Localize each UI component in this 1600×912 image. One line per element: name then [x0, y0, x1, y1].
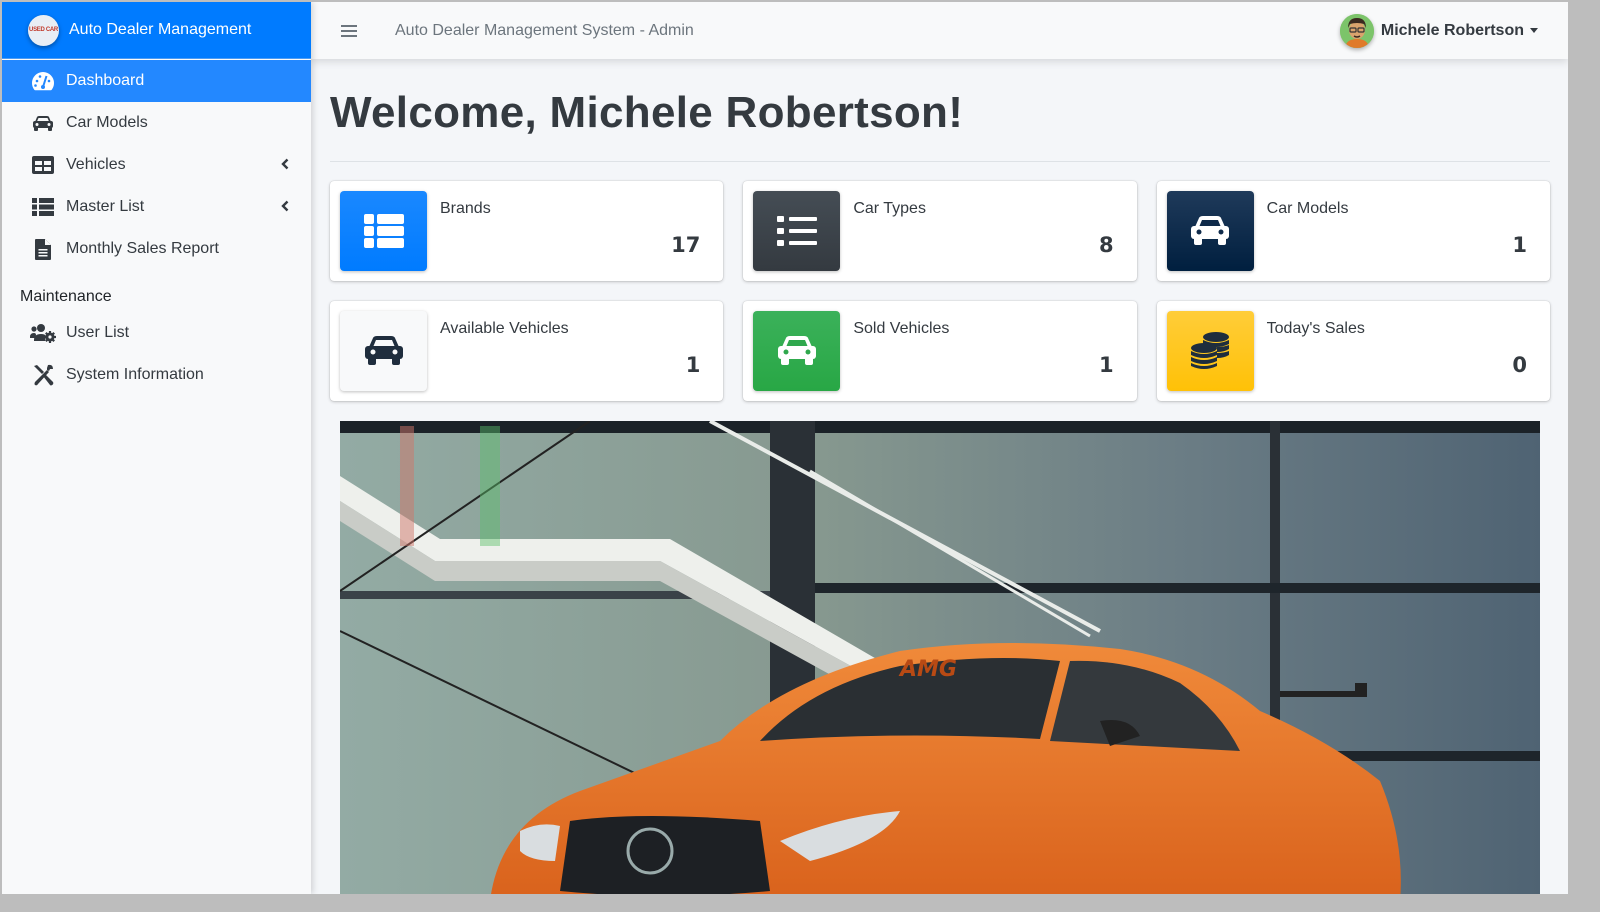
sidebar: USED CAR Auto Dealer Management Dashboar… [2, 2, 311, 894]
users-cog-icon [30, 322, 56, 344]
banner-image: AMG [340, 421, 1540, 894]
page-title: Welcome, Michele Robertson! [330, 88, 964, 137]
info-box-icon [1166, 311, 1254, 391]
th-list-icon [30, 196, 56, 218]
navbar-title[interactable]: Auto Dealer Management System - Admin [395, 22, 694, 40]
info-box-available-vehicles[interactable]: Available Vehicles 1 [330, 301, 724, 401]
car-icon [777, 336, 816, 365]
info-box-value: 1 [1512, 233, 1527, 257]
sidebar-item-label: Dashboard [66, 72, 145, 89]
sidebar-item-label: Vehicles [66, 156, 126, 173]
user-name: Michele Robertson [1380, 21, 1524, 39]
car-icon [30, 112, 56, 134]
info-box-value: 1 [1099, 353, 1114, 377]
info-box-car-models[interactable]: Car Models 1 [1156, 181, 1550, 281]
sidebar-item-vehicles[interactable]: Vehicles [2, 144, 311, 186]
divider [330, 161, 1550, 162]
sidebar-item-label: Monthly Sales Report [66, 240, 219, 257]
coins-icon [1191, 332, 1230, 369]
svg-text:AMG: AMG [898, 657, 957, 682]
table-icon [30, 154, 56, 176]
tools-icon [30, 364, 56, 386]
info-box-label: Available Vehicles [440, 320, 569, 337]
info-box-label: Brands [440, 200, 491, 217]
avatar [1339, 13, 1374, 48]
info-box-car-types[interactable]: Car Types 8 [743, 181, 1137, 281]
info-box-brands[interactable]: Brands 17 [330, 181, 724, 281]
info-box-value: 8 [1099, 233, 1114, 257]
top-navbar: Auto Dealer Management System - Admin Mi… [311, 2, 1568, 59]
sidebar-item-master-list[interactable]: Master List [2, 186, 311, 228]
sidebar-item-label: Master List [66, 198, 145, 215]
sidebar-item-dashboard[interactable]: Dashboard [2, 60, 311, 102]
brand-name: Auto Dealer Management [69, 21, 252, 38]
sidebar-nav: Dashboard Car Models Vehicles Master Lis… [2, 60, 311, 396]
main-content: Welcome, Michele Robertson! Brands 17 Ca… [311, 59, 1568, 894]
info-box-icon [1166, 191, 1254, 271]
list-icon [776, 216, 817, 246]
car-icon [1191, 216, 1230, 245]
info-box-value: 0 [1512, 353, 1527, 377]
brand-link[interactable]: USED CAR Auto Dealer Management [2, 2, 311, 59]
th-list-icon [363, 214, 404, 248]
info-box-value: 1 [685, 353, 701, 377]
car-icon [364, 336, 403, 365]
info-box-sold-vehicles[interactable]: Sold Vehicles 1 [743, 301, 1137, 401]
brand-logo: USED CAR [28, 14, 59, 46]
sidebar-item-label: User List [66, 324, 130, 341]
file-alt-icon [30, 238, 56, 260]
menu-toggle-icon[interactable] [341, 22, 357, 40]
banner-car-illustration: AMG [340, 421, 1540, 894]
info-box-grid: Brands 17 Car Types 8 Car Models 1 Avail… [330, 181, 1550, 401]
app-window: USED CAR Auto Dealer Management Dashboar… [2, 2, 1568, 894]
chevron-left-icon [281, 157, 289, 175]
info-box-icon [753, 311, 841, 391]
info-box-icon [340, 311, 427, 391]
info-box-todays-sales[interactable]: Today's Sales 0 [1156, 301, 1550, 401]
info-box-label: Sold Vehicles [853, 320, 950, 337]
sidebar-item-monthly-sales-report[interactable]: Monthly Sales Report [2, 228, 311, 270]
info-box-icon [340, 191, 427, 271]
info-box-label: Car Models [1266, 200, 1349, 217]
user-dropdown[interactable]: Michele Robertson [1339, 13, 1538, 48]
sidebar-item-label: System Information [66, 366, 204, 383]
info-box-label: Today's Sales [1266, 320, 1365, 337]
caret-down-icon [1530, 28, 1538, 33]
chevron-left-icon [281, 199, 289, 217]
info-box-icon [753, 191, 841, 271]
sidebar-item-car-models[interactable]: Car Models [2, 102, 311, 144]
tachometer-icon [30, 70, 56, 92]
info-box-value: 17 [671, 233, 701, 257]
info-box-label: Car Types [853, 200, 926, 217]
sidebar-item-user-list[interactable]: User List [2, 312, 311, 354]
sidebar-item-label: Car Models [66, 114, 148, 131]
sidebar-section-header: Maintenance [20, 288, 112, 305]
sidebar-item-system-information[interactable]: System Information [2, 354, 311, 396]
